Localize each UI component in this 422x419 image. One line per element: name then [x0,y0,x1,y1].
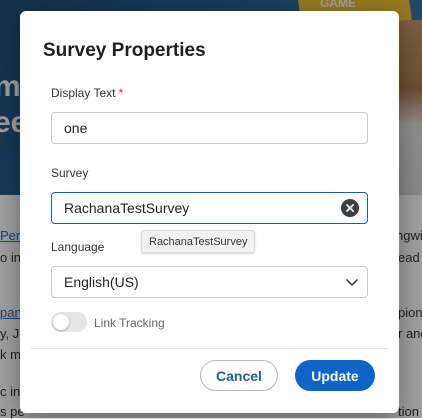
display-text-value: one [64,120,88,136]
update-button[interactable]: Update [295,360,375,391]
required-mark: * [118,86,124,100]
survey-tooltip: RachanaTestSurvey [141,230,256,253]
clear-icon[interactable] [341,199,359,217]
dialog-title: Survey Properties [43,40,206,61]
cancel-button[interactable]: Cancel [200,360,278,391]
display-text-input[interactable]: one [51,112,368,144]
toggle-knob [53,314,69,330]
link-tracking-toggle[interactable] [51,312,87,332]
link-tracking-label: Link Tracking [94,316,165,330]
survey-label: Survey [51,166,89,180]
language-select[interactable]: English(US) [51,266,368,298]
language-selected-value: English(US) [64,274,139,290]
display-text-label-text: Display Text [51,86,116,100]
survey-properties-dialog: Survey Properties Display Text * one Surv… [20,11,399,413]
footer-divider [31,348,388,349]
chevron-down-icon [346,279,358,286]
survey-input[interactable]: RachanaTestSurvey [51,192,368,224]
language-label: Language [51,240,105,254]
survey-value: RachanaTestSurvey [64,200,190,216]
display-text-label: Display Text * [51,86,123,100]
close-icon [346,204,354,212]
